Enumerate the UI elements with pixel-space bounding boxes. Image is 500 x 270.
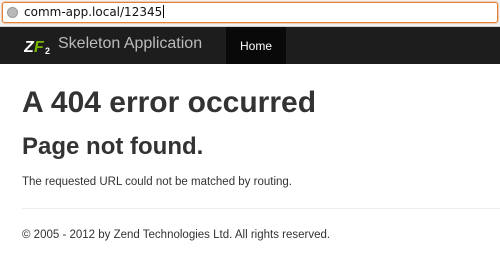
url-text: comm-app.local/12345: [24, 5, 163, 19]
footer-copyright: © 2005 - 2012 by Zend Technologies Ltd. …: [22, 229, 331, 241]
browser-address-bar: comm-app.local/12345: [0, 0, 500, 27]
globe-icon: [7, 7, 18, 18]
brand-title[interactable]: Skeleton Application: [58, 35, 202, 53]
text-cursor: [163, 5, 165, 18]
error-subheading: Page not found.: [22, 133, 204, 160]
zf2-logo[interactable]: Z F 2: [24, 36, 54, 56]
error-heading: A 404 error occurred: [22, 86, 317, 119]
url-input[interactable]: comm-app.local/12345: [2, 2, 498, 23]
error-message: The requested URL could not be matched b…: [22, 176, 292, 188]
nav-home-label: Home: [239, 38, 272, 53]
divider: [22, 208, 500, 209]
top-navbar: Z F 2 Skeleton Application Home: [0, 27, 500, 64]
svg-text:2: 2: [45, 46, 50, 56]
nav-home-link[interactable]: Home: [226, 27, 286, 64]
svg-text:F: F: [34, 39, 45, 56]
